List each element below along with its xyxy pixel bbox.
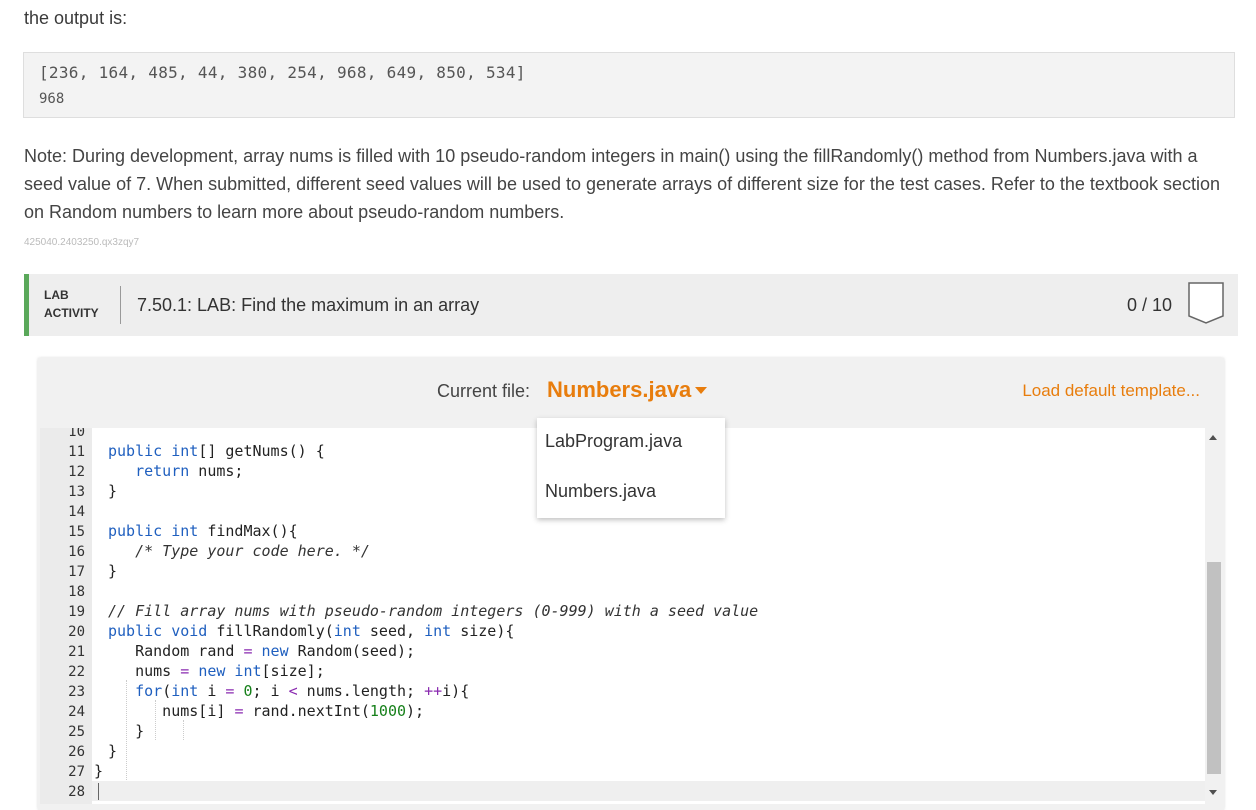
line-number: 21 <box>68 644 85 660</box>
indent-guide <box>183 720 184 740</box>
line-number: 23 <box>68 684 85 700</box>
line-number: 26 <box>68 744 85 760</box>
line-number: 14 <box>68 504 85 520</box>
scrollbar-thumb[interactable] <box>1207 562 1221 774</box>
lab-activity-tag: LAB ACTIVITY <box>44 286 99 322</box>
line-number: 19 <box>68 604 85 620</box>
line-number: 13 <box>68 484 85 500</box>
code-line: return nums; <box>135 462 244 480</box>
code-line: } <box>108 562 118 580</box>
line-number: 25 <box>68 724 85 740</box>
lab-tag-line-1: LAB <box>44 288 69 302</box>
dropdown-option-labprogram[interactable]: LabProgram.java <box>545 431 682 452</box>
output-line-2: 968 <box>39 91 65 107</box>
line-number: 28 <box>68 784 85 800</box>
active-line-highlight <box>92 781 1210 801</box>
line-number-gutter: 10 11 12 13 14 15 16 17 18 19 20 21 22 2… <box>40 428 92 804</box>
intro-text: the output is: <box>24 8 128 28</box>
code-line: Random rand = new Random(seed); <box>108 642 416 660</box>
note-text: Note: During development, array nums is … <box>24 146 1221 222</box>
scroll-up-icon[interactable] <box>1209 435 1217 440</box>
activity-code-id: 425040.2403250.qx3zqy7 <box>24 237 140 248</box>
line-number: 27 <box>68 764 85 780</box>
line-number: 20 <box>68 624 85 640</box>
line-number: 16 <box>68 544 85 560</box>
code-line: } <box>108 722 145 740</box>
code-line: nums = new int[size]; <box>108 662 325 680</box>
text-cursor <box>98 783 99 800</box>
output-line-1: [236, 164, 485, 44, 380, 254, 968, 649, … <box>39 63 526 82</box>
line-number: 22 <box>68 664 85 680</box>
code-line: for(int i = 0; i < nums.length; ++i){ <box>135 682 470 700</box>
line-number: 18 <box>68 584 85 600</box>
lab-title: 7.50.1: LAB: Find the maximum in an arra… <box>137 295 480 315</box>
lab-activity-header: LAB ACTIVITY 7.50.1: LAB: Find the maxim… <box>24 274 1238 336</box>
dropdown-option-numbers[interactable]: Numbers.java <box>545 481 656 502</box>
current-file-label: Current file: <box>437 381 531 401</box>
line-number: 15 <box>68 524 85 540</box>
code-line: } <box>108 742 118 760</box>
line-number: 11 <box>68 444 85 460</box>
code-line: public int findMax(){ <box>108 522 298 540</box>
code-line: public int[] getNums() { <box>108 442 325 460</box>
line-number: 24 <box>68 704 85 720</box>
code-line: public void fillRandomly(int seed, int s… <box>108 622 515 640</box>
code-line: nums[i] = rand.nextInt(1000); <box>108 702 425 720</box>
load-default-template-link[interactable]: Load default template... <box>1022 381 1200 401</box>
code-line: } <box>108 482 118 500</box>
output-box: [236, 164, 485, 44, 380, 254, 968, 649, … <box>23 52 1235 118</box>
code-line: // Fill array nums with pseudo-random in… <box>108 602 759 620</box>
editor-scrollbar[interactable] <box>1205 428 1222 804</box>
line-number: 17 <box>68 564 85 580</box>
header-divider <box>120 286 121 324</box>
file-selector-row: Current file: Numbers.java Load default … <box>38 376 1224 406</box>
file-dropdown-menu: LabProgram.java Numbers.java <box>537 418 725 518</box>
current-file-select[interactable]: Numbers.java <box>547 377 691 403</box>
lab-tag-line-2: ACTIVITY <box>44 306 99 320</box>
chevron-down-icon[interactable] <box>695 387 707 394</box>
line-number: 12 <box>68 464 85 480</box>
completion-badge-icon <box>1188 282 1224 324</box>
code-line: /* Type your code here. */ <box>135 542 370 560</box>
lab-score: 0 / 10 <box>1126 295 1172 315</box>
line-number: 10 <box>68 428 85 440</box>
scroll-down-icon[interactable] <box>1209 790 1217 795</box>
code-line: } <box>94 762 104 780</box>
